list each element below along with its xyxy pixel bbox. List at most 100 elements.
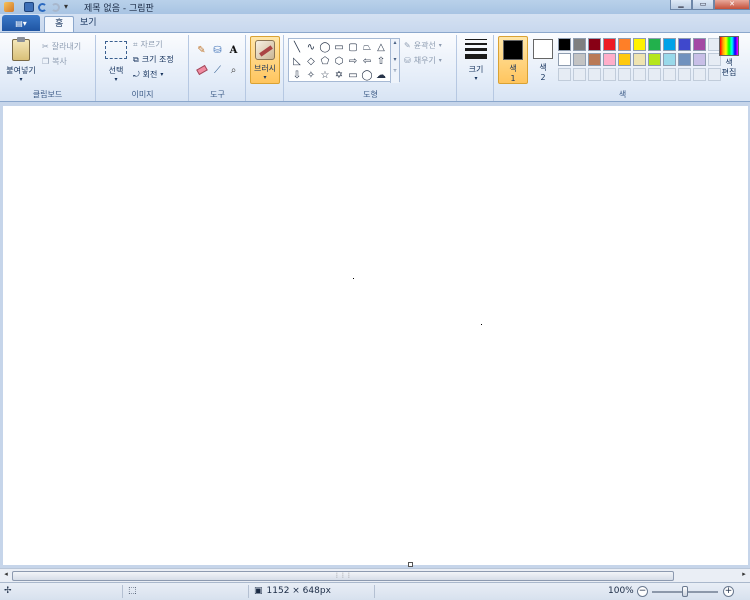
shape-line[interactable]: ╲ [290,40,304,54]
brushes-label: 브러시 [253,64,277,73]
text-tool[interactable]: A [226,43,241,57]
drawing-canvas[interactable] [3,106,748,565]
zoom-out-button[interactable]: − [637,586,648,597]
crop-button[interactable]: ⌗ 자르기 [133,39,163,50]
chevron-down-icon: ▾ [263,74,267,81]
minimize-button[interactable]: ▁ [670,0,692,10]
redo-icon[interactable] [51,2,60,12]
shape-curve[interactable]: ∿ [304,40,318,54]
status-separator [248,585,249,598]
scroll-up-icon[interactable]: ▴ [391,39,399,46]
shape-pentagon[interactable]: ⬠ [318,54,332,68]
canvas-resize-handle[interactable] [408,562,413,567]
copy-button[interactable]: ❐ 복사 [42,56,67,67]
scissors-icon: ✂ [42,42,49,51]
shape-rounded-rectangle[interactable]: ▢ [346,40,360,54]
shape-polygon[interactable]: ⏢ [360,40,374,54]
zoom-slider-thumb[interactable] [682,586,688,597]
selection-icon [105,41,127,59]
ribbon-tabs: ▤▾ 홈 보기 [0,14,750,32]
maximize-button[interactable]: ▭ [692,0,714,10]
magnifier-icon: ⌕ [230,64,237,76]
shape-hexagon[interactable]: ⬡ [332,54,346,68]
chevron-down-icon: ▾ [114,76,118,83]
save-icon[interactable] [24,2,34,12]
shape-diamond[interactable]: ◇ [304,54,318,68]
tab-view[interactable]: 보기 [70,16,107,32]
image-group-label: 이미지 [131,90,154,99]
expand-gallery-icon[interactable]: ▿ [391,67,399,74]
pencil-tool[interactable]: ✎ [194,43,209,57]
fill-bucket-icon: ⛁ [213,44,222,56]
colors-group-label: 색 [618,90,627,99]
zoom-in-button[interactable]: + [723,586,734,597]
shape-six-point-star[interactable]: ✡ [332,68,346,82]
fill-icon: ⛁ [404,56,411,65]
size-button[interactable]: 크기 ▾ [462,39,490,82]
shape-oval[interactable]: ◯ [318,40,332,54]
text-icon: A [229,44,238,56]
outline-button[interactable]: ✎ 윤곽선 ▾ [404,40,442,51]
chevron-down-icon: ▾ [474,75,478,82]
cursor-position-icon: ✢ [4,586,12,596]
undo-icon[interactable] [38,2,47,12]
scroll-down-icon[interactable]: ▾ [391,56,399,63]
file-menu-button[interactable]: ▤▾ [2,15,40,31]
rotate-icon: ⤾ [133,69,140,79]
crop-icon: ⌗ [133,39,138,49]
close-button[interactable]: ✕ [714,0,750,10]
paint-app-icon[interactable] [4,2,14,12]
clipboard-group-label: 클립보드 [32,90,63,99]
copy-label: 복사 [52,57,67,66]
shapes-scrollbar[interactable]: ▴ ▾ ▿ [390,39,399,83]
scroll-right-icon[interactable]: ▸ [738,570,750,581]
eraser-tool[interactable] [194,63,209,77]
clipboard-icon [12,37,30,61]
shape-down-arrow[interactable]: ⇩ [290,68,304,82]
chevron-down-icon: ▾ [438,57,442,64]
resize-button[interactable]: ⧉ 크기 조정 [133,54,174,65]
eyedropper-icon: ⟋ [214,64,221,76]
shape-up-arrow[interactable]: ⇧ [374,54,388,68]
color-picker-tool[interactable]: ⟋ [210,63,225,77]
ribbon: 붙여넣기 ▾ ✂ 잘라내기 ❐ 복사 클립보드 선택 ▾ ⌗ 자르기 ⧉ 크기 … [0,32,750,102]
horizontal-scrollbar[interactable]: ◂ ⋮⋮⋮ ▸ [0,568,750,582]
shape-right-triangle[interactable]: ◺ [290,54,304,68]
magnifier-tool[interactable]: ⌕ [226,63,241,77]
maximize-icon: ▭ [699,0,707,8]
rotate-button[interactable]: ⤾ 회전 ▾ [133,69,163,80]
shape-rect-callout[interactable]: ▭ [346,68,360,82]
chevron-down-icon: ▾ [438,42,442,49]
fill-button[interactable]: ⛁ 채우기 ▾ [404,55,442,66]
chevron-down-icon: ▾ [19,76,23,83]
shape-right-arrow[interactable]: ⇨ [346,54,360,68]
scroll-left-icon[interactable]: ◂ [0,570,12,581]
clipboard-group: 붙여넣기 ▾ ✂ 잘라내기 ❐ 복사 클립보드 [0,35,96,101]
cut-button[interactable]: ✂ 잘라내기 [42,41,81,52]
rotate-label: 회전 [142,70,158,79]
fill-tool[interactable]: ⛁ [210,43,225,57]
paste-button[interactable]: 붙여넣기 ▾ [4,37,38,83]
shape-rectangle[interactable]: ▭ [332,40,346,54]
canvas-size-icon: ▣ [254,586,263,596]
shape-four-point-star[interactable]: ✧ [304,68,318,82]
status-bar: ✢ ⬚ ▣ 1152 × 648px 100% − + [0,582,750,600]
window-title: 제목 없음 - 그림판 [84,3,154,14]
close-icon: ✕ [729,0,735,8]
shape-left-arrow[interactable]: ⇦ [360,54,374,68]
shape-oval-callout[interactable]: ◯ [360,68,374,82]
copy-icon: ❐ [42,57,50,66]
scrollbar-thumb[interactable]: ⋮⋮⋮ [12,571,674,581]
resize-icon: ⧉ [133,54,139,64]
cursor-position: ✢ [4,586,12,596]
shape-five-point-star[interactable]: ☆ [318,68,332,82]
shape-cloud-callout[interactable]: ☁ [374,68,388,82]
selection-size-icon: ⬚ [128,586,137,596]
zoom-value: 100% [608,586,634,596]
brush-icon [255,40,275,60]
customize-toolbar-icon[interactable]: ▾ [64,2,74,12]
canvas-area [0,103,750,568]
brushes-button[interactable]: 브러시 ▾ [250,36,280,84]
shape-triangle[interactable]: △ [374,40,388,54]
select-button[interactable]: 선택 ▾ [103,41,129,83]
